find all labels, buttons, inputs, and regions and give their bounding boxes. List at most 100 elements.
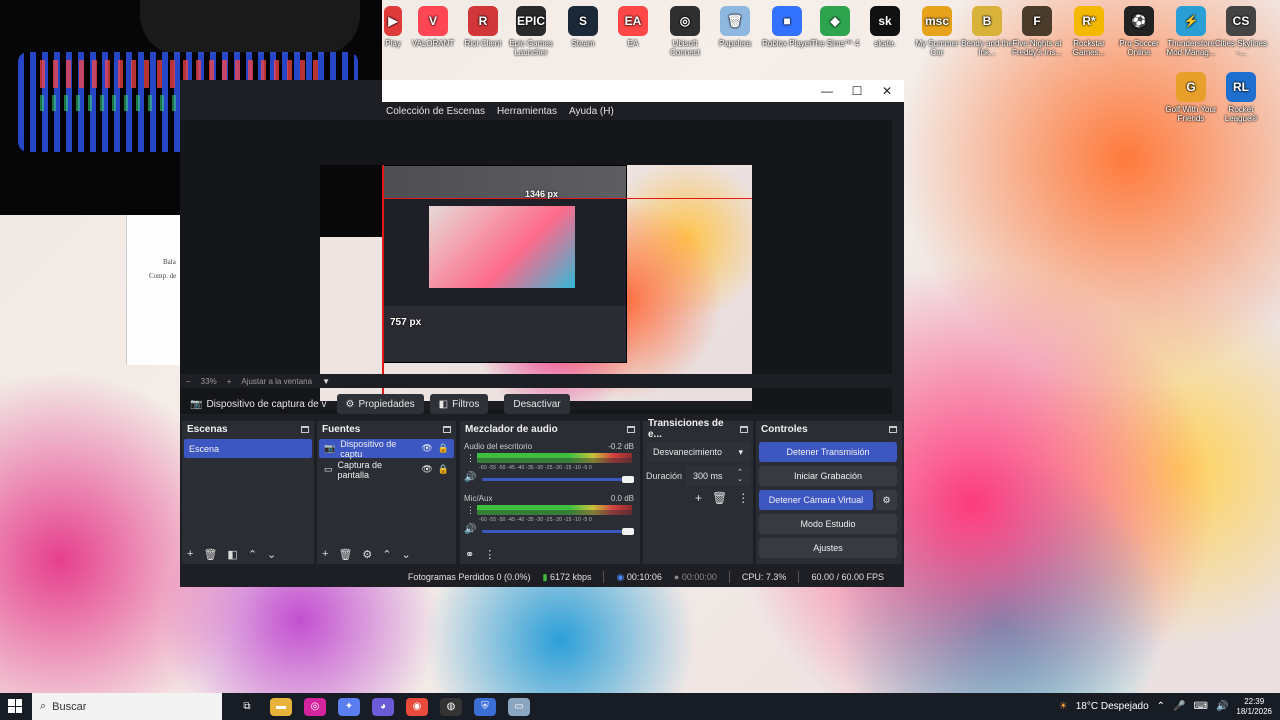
chevron-up-icon[interactable]: ⌃ [382,548,391,561]
minimize-button[interactable]: — [812,80,842,102]
deactivate-button[interactable]: Desactivar [504,394,570,414]
popout-icon[interactable] [627,425,635,433]
eye-icon[interactable]: 👁 [421,464,432,475]
desktop-icon[interactable]: B Bendy and the Ink... [960,6,1014,57]
menu-tools[interactable]: Herramientas [496,106,558,117]
desktop-icon[interactable]: G Golf With Your Friends [1164,72,1218,123]
volume-icon[interactable]: 🔊 [1216,701,1228,712]
volume-knob[interactable] [622,528,634,535]
settings-button[interactable]: Ajustes [759,538,897,558]
virtual-cam-settings-button[interactable]: ⚙ [876,490,897,510]
add-icon[interactable]: + [187,548,193,560]
desktop-icon[interactable]: R* Rockstar Games... [1062,6,1116,57]
nested-preview [429,206,575,288]
popout-icon[interactable] [740,425,748,433]
trash-icon[interactable]: 🗑 [712,491,727,505]
stop-virtual-cam-button[interactable]: Detener Cámara Virtual [759,490,873,510]
zoom-in-button[interactable]: + [227,377,232,386]
desktop-icon[interactable]: CS Cities Skylines -... [1214,6,1268,57]
fit-to-window[interactable]: Ajustar a la ventana [241,377,312,386]
search-box[interactable]: ⌕ Buscar [32,693,222,720]
network-icon[interactable]: ⌨ [1194,701,1208,712]
clock[interactable]: 22:39 18/1/2026 [1236,697,1272,717]
window-titlebar[interactable]: — ☐ ✕ [382,80,904,102]
desktop-icon[interactable]: ⚽ Pro Soccer Online [1112,6,1166,57]
windows-start-icon[interactable] [8,699,22,713]
close-button[interactable]: ✕ [872,80,902,102]
maximize-button[interactable]: ☐ [842,80,872,102]
scene-item[interactable]: Escena [184,439,312,458]
obs-icon[interactable]: ◍ [440,697,462,716]
stop-stream-button[interactable]: Detener Transmisión [759,442,897,462]
zoom-out-button[interactable]: − [186,377,191,386]
desktop-icon[interactable]: EA EA [606,6,660,48]
source-item[interactable]: 📷 Dispositivo de captu 👁 🔒 [319,439,454,459]
start-recording-button[interactable]: Iniciar Grabación [759,466,897,486]
lock-icon[interactable]: 🔒 [438,464,449,475]
discord-icon[interactable]: ◕ [372,697,394,716]
add-icon[interactable]: + [695,491,702,505]
volume-slider[interactable] [482,478,629,481]
source-item[interactable]: ▭ Captura de pantalla 👁 🔒 [319,460,454,480]
menu-dots-icon[interactable]: ⋮ [484,548,495,561]
desktop-icon[interactable]: msc My Summer Car [910,6,964,57]
shield-icon[interactable]: ⛨ [474,697,496,716]
chevron-down-icon[interactable]: ⌄ [402,548,411,561]
chevron-up-icon[interactable]: ⌃ [1157,701,1165,712]
duration-spinbox[interactable]: 300 ms ⌃ ⌄ [686,466,750,486]
studio-mode-button[interactable]: Modo Estudio [759,514,897,534]
filter-icon[interactable]: ◧ [227,548,237,561]
menu-dots-icon[interactable]: ⋮ [466,453,475,464]
audio-mixer-dock: Mezclador de audio Audio del escritorio -… [460,421,640,564]
stop-virtual-cam-label: Detener Cámara Virtual [768,495,864,505]
copilot-icon[interactable]: ✦ [338,697,360,716]
filters-button[interactable]: ◧ Filtros [429,394,489,414]
spin-arrows-icon[interactable]: ⌃ ⌄ [737,469,743,483]
properties-button[interactable]: ⚙ Propiedades [336,394,424,414]
desktop-icon-label: Bendy and the Ink... [961,39,1013,57]
popout-icon[interactable] [443,425,451,433]
desktop-icon[interactable]: V VALORANT [406,6,460,48]
desktop-icon[interactable]: EPIC Epic Games Launcher [504,6,558,57]
menu-dots-icon[interactable]: ⋮ [466,505,475,516]
trash-icon[interactable]: 🗑 [338,548,352,561]
desktop-icon[interactable]: R Riot Client [456,6,510,48]
trash-icon[interactable]: 🗑 [203,548,217,561]
popout-icon[interactable] [301,425,309,433]
transition-select[interactable]: Desvanecimiento ▾ [646,442,750,462]
desktop-icon[interactable]: ⚡ Thunderstore Mod Manag... [1164,6,1218,57]
menu-help[interactable]: Ayuda (H) [568,106,615,117]
desktop-icon[interactable]: RL Rocket League® [1214,72,1268,123]
link-icon[interactable]: ⚭ [465,548,474,561]
lock-icon[interactable]: 🔒 [438,443,449,454]
desktop-icon[interactable]: ◆ The Sims™ 4 [808,6,862,48]
volume-slider[interactable] [482,530,629,533]
desktop-icon[interactable]: 🗑 Papelera [708,6,762,48]
file-explorer-icon[interactable]: ▬ [270,697,292,716]
chrome-icon[interactable]: ◉ [406,697,428,716]
task-view-icon[interactable]: ⧉ [236,698,258,716]
source-toolbar: 📷 Dispositivo de captura de v ⚙ Propieda… [180,394,892,414]
add-icon[interactable]: + [322,548,328,560]
volume-knob[interactable] [622,476,634,483]
desktop-icon[interactable]: ▶ Play [383,6,403,48]
desktop-icon[interactable]: sk skate. [858,6,912,48]
menu-scene-collection[interactable]: Colección de Escenas [385,106,486,117]
instagram-icon[interactable]: ◎ [304,697,326,716]
menu-dots-icon[interactable]: ⋮ [737,491,749,505]
speaker-icon[interactable]: 🔊 [464,524,476,535]
chevron-up-icon[interactable]: ⌃ [248,548,257,561]
eye-icon[interactable]: 👁 [421,443,432,454]
desktop-icon[interactable]: ■ Roblox Player [760,6,814,48]
chevron-down-icon[interactable]: ⌄ [267,548,276,561]
speaker-icon[interactable]: 🔊 [464,472,476,483]
zoom-dropdown-icon[interactable]: ▼ [322,377,330,386]
desktop-icon[interactable]: S Steam [556,6,610,48]
microphone-icon[interactable]: 🎤 [1173,701,1185,712]
desktop-icon[interactable]: ◎ Ubisoft Connect [658,6,712,57]
popout-icon[interactable] [889,425,897,433]
gear-icon[interactable]: ⚙ [362,548,372,561]
desktop-icon[interactable]: F Five Nights at Freddy's Ins... [1010,6,1064,57]
window-app-icon[interactable]: ▭ [508,697,530,716]
weather-text[interactable]: 18°C Despejado [1076,701,1149,712]
